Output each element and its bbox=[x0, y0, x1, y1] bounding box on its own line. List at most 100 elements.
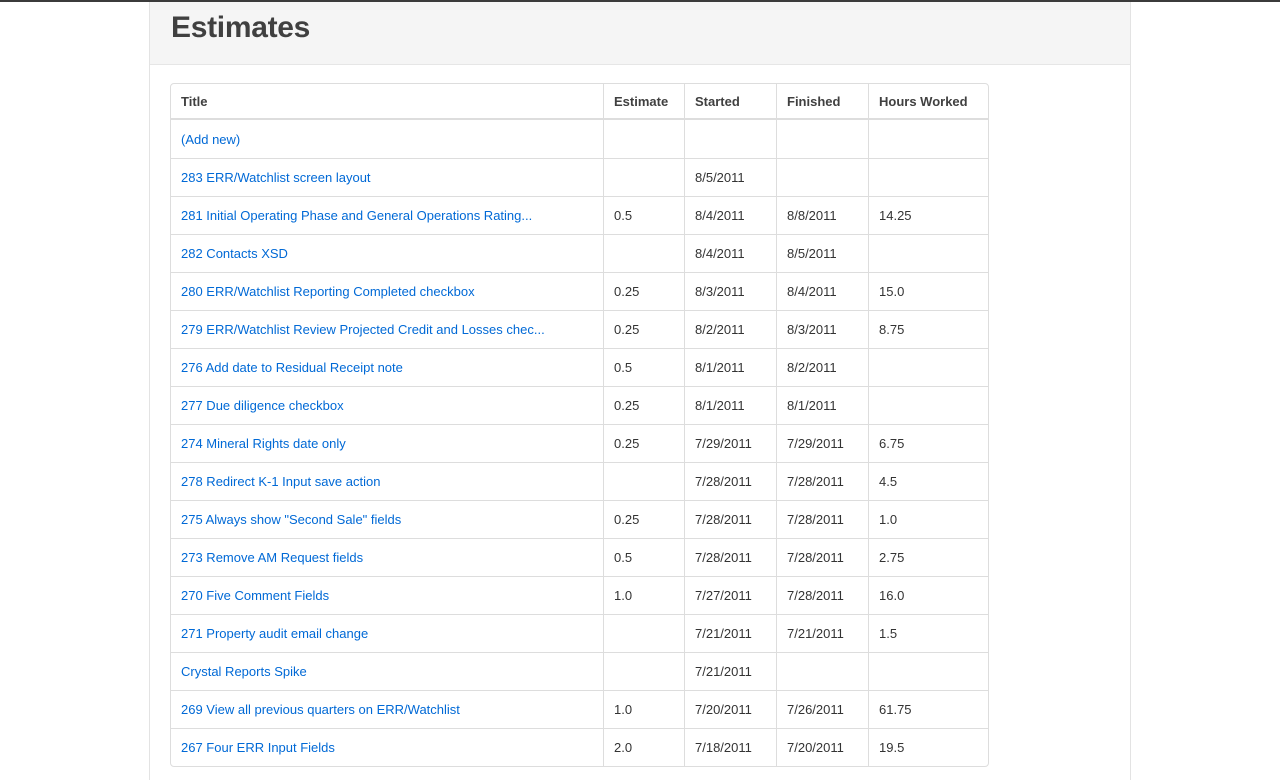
estimate-title-link[interactable]: 274 Mineral Rights date only bbox=[181, 436, 346, 451]
cell-started: 8/4/2011 bbox=[684, 234, 776, 272]
estimate-title-link[interactable]: 270 Five Comment Fields bbox=[181, 588, 329, 603]
cell-hours-worked bbox=[868, 120, 988, 158]
cell-title: 275 Always show "Second Sale" fields bbox=[171, 500, 603, 538]
cell-started: 7/28/2011 bbox=[684, 500, 776, 538]
cell-finished: 8/3/2011 bbox=[776, 310, 868, 348]
estimate-title-link[interactable]: 267 Four ERR Input Fields bbox=[181, 740, 335, 755]
table-body: (Add new) 283 ERR/Watchlist screen layout… bbox=[171, 120, 988, 766]
cell-estimate: 0.25 bbox=[603, 310, 684, 348]
estimate-title-link[interactable]: 281 Initial Operating Phase and General … bbox=[181, 208, 532, 223]
cell-started: 8/1/2011 bbox=[684, 348, 776, 386]
estimate-title-link[interactable]: 278 Redirect K-1 Input save action bbox=[181, 474, 380, 489]
cell-finished: 8/2/2011 bbox=[776, 348, 868, 386]
cell-hours-worked: 8.75 bbox=[868, 310, 988, 348]
estimate-title-link[interactable]: 282 Contacts XSD bbox=[181, 246, 288, 261]
cell-started: 8/2/2011 bbox=[684, 310, 776, 348]
cell-title: 282 Contacts XSD bbox=[171, 234, 603, 272]
cell-title: 281 Initial Operating Phase and General … bbox=[171, 196, 603, 234]
cell-finished: 7/21/2011 bbox=[776, 614, 868, 652]
cell-started: 7/27/2011 bbox=[684, 576, 776, 614]
estimate-title-link[interactable]: Crystal Reports Spike bbox=[181, 664, 307, 679]
cell-finished: 8/4/2011 bbox=[776, 272, 868, 310]
estimate-title-link[interactable]: 277 Due diligence checkbox bbox=[181, 398, 344, 413]
cell-started: 7/18/2011 bbox=[684, 728, 776, 766]
table-row: 280 ERR/Watchlist Reporting Completed ch… bbox=[171, 272, 988, 310]
cell-hours-worked: 61.75 bbox=[868, 690, 988, 728]
column-header-title: Title bbox=[171, 84, 603, 120]
cell-hours-worked: 14.25 bbox=[868, 196, 988, 234]
estimate-title-link[interactable]: 275 Always show "Second Sale" fields bbox=[181, 512, 401, 527]
cell-estimate: 0.5 bbox=[603, 196, 684, 234]
column-header-hours-worked: Hours Worked bbox=[868, 84, 988, 120]
cell-title: 278 Redirect K-1 Input save action bbox=[171, 462, 603, 500]
cell-estimate bbox=[603, 234, 684, 272]
estimate-title-link[interactable]: 273 Remove AM Request fields bbox=[181, 550, 363, 565]
cell-started: 8/1/2011 bbox=[684, 386, 776, 424]
cell-hours-worked: 6.75 bbox=[868, 424, 988, 462]
table-row: 269 View all previous quarters on ERR/Wa… bbox=[171, 690, 988, 728]
cell-title: 283 ERR/Watchlist screen layout bbox=[171, 158, 603, 196]
cell-title: Crystal Reports Spike bbox=[171, 652, 603, 690]
cell-finished: 7/28/2011 bbox=[776, 538, 868, 576]
cell-started: 7/20/2011 bbox=[684, 690, 776, 728]
add-new-link[interactable]: (Add new) bbox=[181, 132, 240, 147]
cell-finished: 7/20/2011 bbox=[776, 728, 868, 766]
cell-hours-worked: 16.0 bbox=[868, 576, 988, 614]
estimate-title-link[interactable]: 276 Add date to Residual Receipt note bbox=[181, 360, 403, 375]
page-title: Estimates bbox=[171, 11, 311, 44]
estimate-title-link[interactable]: 279 ERR/Watchlist Review Projected Credi… bbox=[181, 322, 545, 337]
cell-title: 277 Due diligence checkbox bbox=[171, 386, 603, 424]
cell-finished: 7/26/2011 bbox=[776, 690, 868, 728]
table-header-row: Title Estimate Started Finished Hours Wo… bbox=[171, 84, 988, 120]
cell-hours-worked: 1.5 bbox=[868, 614, 988, 652]
cell-started bbox=[684, 120, 776, 158]
cell-hours-worked: 19.5 bbox=[868, 728, 988, 766]
cell-started: 7/21/2011 bbox=[684, 652, 776, 690]
cell-started: 7/21/2011 bbox=[684, 614, 776, 652]
cell-title: 276 Add date to Residual Receipt note bbox=[171, 348, 603, 386]
page-header: Estimates bbox=[150, 2, 1130, 65]
cell-finished: 7/28/2011 bbox=[776, 462, 868, 500]
cell-finished bbox=[776, 120, 868, 158]
table-row: 282 Contacts XSD 8/4/2011 8/5/2011 bbox=[171, 234, 988, 272]
estimate-title-link[interactable]: 271 Property audit email change bbox=[181, 626, 368, 641]
cell-title: 280 ERR/Watchlist Reporting Completed ch… bbox=[171, 272, 603, 310]
column-header-finished: Finished bbox=[776, 84, 868, 120]
estimate-title-link[interactable]: 280 ERR/Watchlist Reporting Completed ch… bbox=[181, 284, 475, 299]
cell-estimate: 1.0 bbox=[603, 690, 684, 728]
table-row: 267 Four ERR Input Fields 2.0 7/18/2011 7/2… bbox=[171, 728, 988, 766]
cell-hours-worked bbox=[868, 234, 988, 272]
table-row: 271 Property audit email change 7/21/2011… bbox=[171, 614, 988, 652]
cell-title: 273 Remove AM Request fields bbox=[171, 538, 603, 576]
cell-title: 269 View all previous quarters on ERR/Wa… bbox=[171, 690, 603, 728]
cell-estimate: 0.25 bbox=[603, 272, 684, 310]
cell-started: 8/3/2011 bbox=[684, 272, 776, 310]
table-row: 274 Mineral Rights date only 0.25 7/29/201… bbox=[171, 424, 988, 462]
cell-started: 8/4/2011 bbox=[684, 196, 776, 234]
cell-finished bbox=[776, 158, 868, 196]
table-row: 270 Five Comment Fields 1.0 7/27/2011 7/28/… bbox=[171, 576, 988, 614]
column-header-estimate: Estimate bbox=[603, 84, 684, 120]
cell-hours-worked bbox=[868, 348, 988, 386]
add-new-row: (Add new) bbox=[171, 120, 988, 158]
estimate-title-link[interactable]: 283 ERR/Watchlist screen layout bbox=[181, 170, 371, 185]
cell-title: 267 Four ERR Input Fields bbox=[171, 728, 603, 766]
cell-estimate: 0.25 bbox=[603, 424, 684, 462]
cell-estimate: 2.0 bbox=[603, 728, 684, 766]
table-row: 277 Due diligence checkbox 0.25 8/1/2011 8/… bbox=[171, 386, 988, 424]
cell-estimate bbox=[603, 462, 684, 500]
cell-title: 279 ERR/Watchlist Review Projected Credi… bbox=[171, 310, 603, 348]
cell-finished: 8/5/2011 bbox=[776, 234, 868, 272]
cell-finished: 8/1/2011 bbox=[776, 386, 868, 424]
cell-estimate bbox=[603, 120, 684, 158]
cell-hours-worked: 2.75 bbox=[868, 538, 988, 576]
cell-started: 7/29/2011 bbox=[684, 424, 776, 462]
cell-finished: 8/8/2011 bbox=[776, 196, 868, 234]
cell-estimate bbox=[603, 652, 684, 690]
table-row: 273 Remove AM Request fields 0.5 7/28/2011… bbox=[171, 538, 988, 576]
cell-estimate bbox=[603, 614, 684, 652]
cell-estimate: 0.5 bbox=[603, 538, 684, 576]
cell-finished: 7/28/2011 bbox=[776, 500, 868, 538]
estimate-title-link[interactable]: 269 View all previous quarters on ERR/Wa… bbox=[181, 702, 460, 717]
cell-estimate: 0.5 bbox=[603, 348, 684, 386]
